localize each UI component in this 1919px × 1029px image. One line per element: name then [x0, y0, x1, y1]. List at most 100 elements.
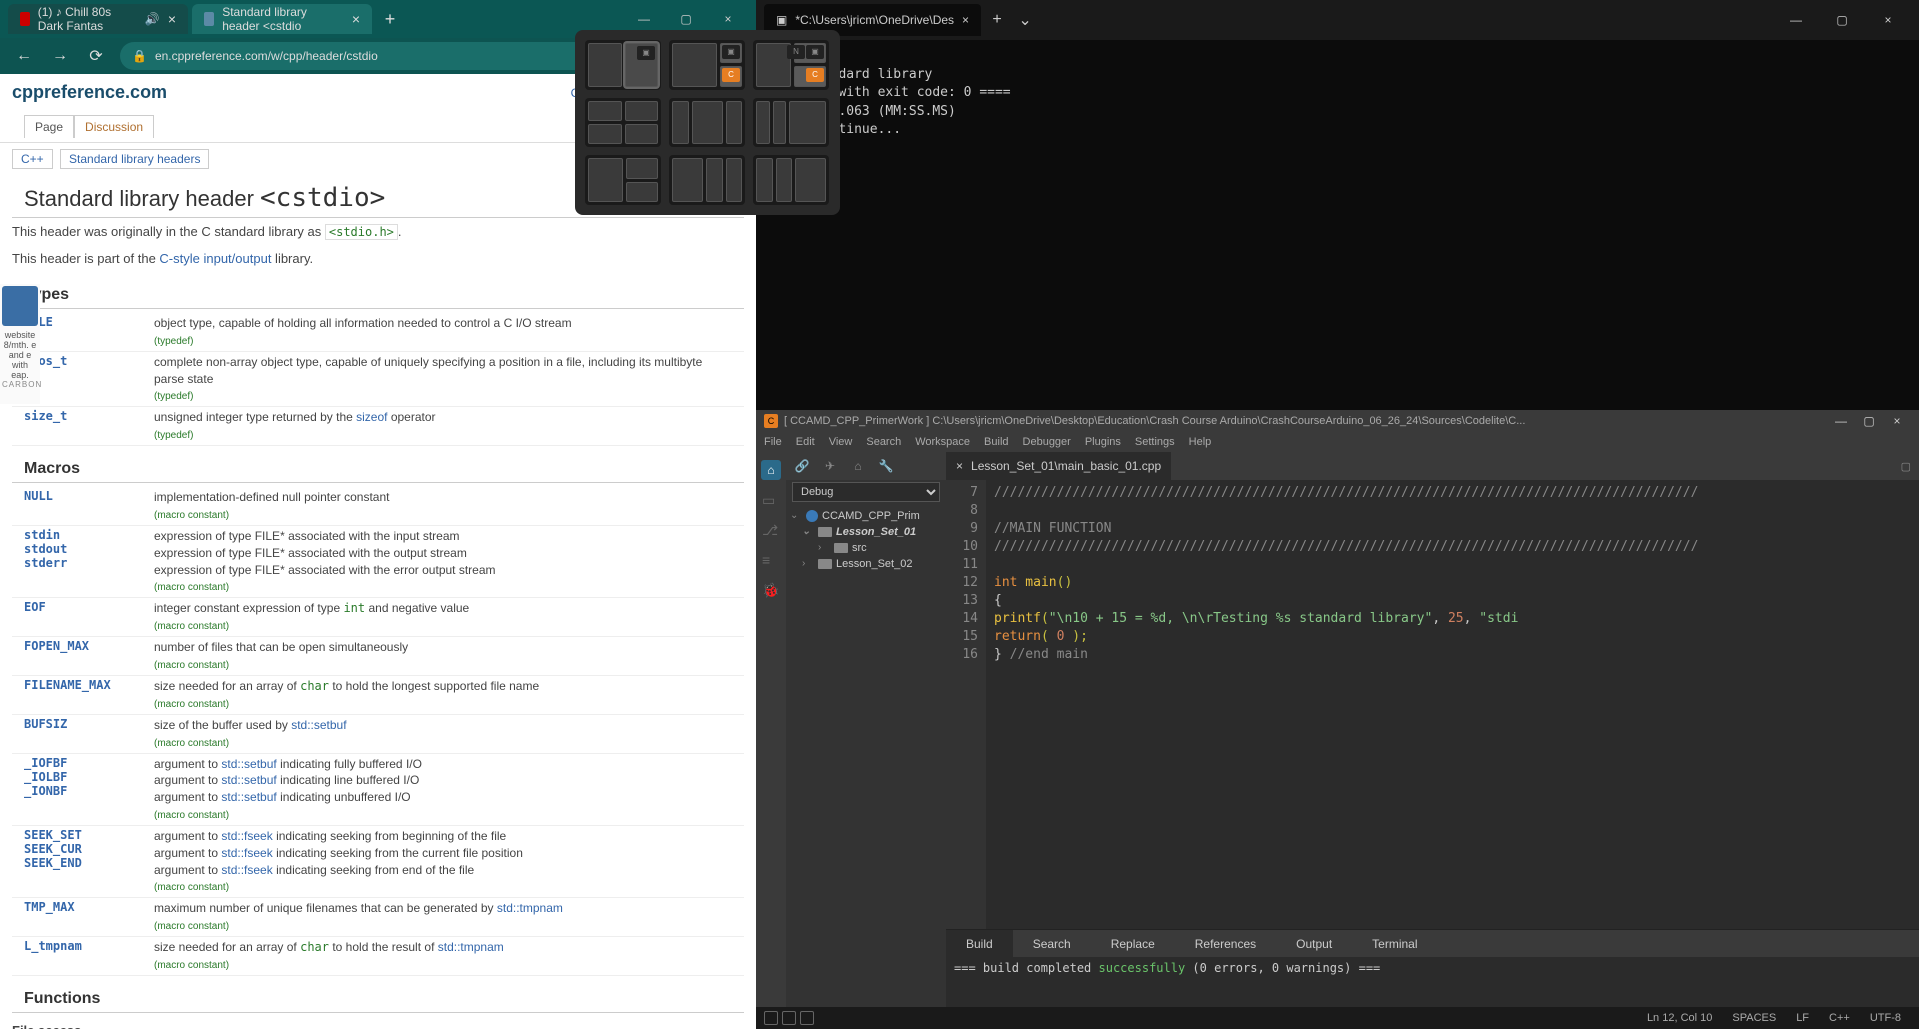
macro-name[interactable]: FOPEN_MAX [24, 639, 154, 673]
breadcrumb-headers[interactable]: Standard library headers [60, 149, 209, 169]
macro-row: FILENAME_MAXsize needed for an array of … [12, 676, 744, 715]
menu-edit[interactable]: Edit [796, 436, 815, 448]
snap-layout-narrow[interactable] [753, 98, 829, 148]
terminal-window: ▣ *C:\Users\jricm\OneDrive\Des × + ⌄ — ▢… [756, 0, 1919, 410]
snap-layout-2col[interactable]: ▣ [585, 40, 661, 90]
menu-debugger[interactable]: Debugger [1023, 436, 1071, 448]
menu-search[interactable]: Search [866, 436, 901, 448]
status-encoding[interactable]: UTF-8 [1860, 1012, 1911, 1024]
tree-src-folder[interactable]: › src [790, 540, 942, 556]
ide-vertical-toolbar: ⌂ ▭ ⎇ ≡ 🐞 [756, 452, 786, 1007]
ide-maximize-button[interactable]: ▢ [1855, 411, 1883, 431]
back-button[interactable]: ← [12, 44, 36, 68]
branch-icon[interactable]: ⎇ [762, 522, 780, 540]
macro-name[interactable]: TMP_MAX [24, 900, 154, 934]
type-name[interactable]: FILE [24, 315, 154, 349]
layout-icon-1[interactable] [764, 1011, 778, 1025]
wrench-icon[interactable]: 🔧 [876, 456, 896, 476]
output-tab-search[interactable]: Search [1013, 930, 1091, 958]
menu-build[interactable]: Build [984, 436, 1008, 448]
menu-help[interactable]: Help [1189, 436, 1212, 448]
snap-layout-opt7[interactable] [585, 155, 661, 205]
tree-lesson-set-02[interactable]: › Lesson_Set_02 [790, 556, 942, 572]
browser-tab-youtube[interactable]: (1) ♪ Chill 80s Dark Fantas 🔊 × [8, 4, 188, 34]
macro-name[interactable]: NULL [24, 489, 154, 523]
send-icon[interactable]: ✈ [820, 456, 840, 476]
editor-tab[interactable]: × Lesson_Set_01\main_basic_01.cpp [946, 452, 1171, 480]
home2-icon[interactable]: ⌂ [848, 456, 868, 476]
tab-close-button[interactable]: × [956, 459, 963, 473]
menu-view[interactable]: View [829, 436, 853, 448]
ide-titlebar: C [ CCAMD_CPP_PrimerWork ] C:\Users\jric… [756, 410, 1919, 432]
cstyle-io-link[interactable]: C-style input/output [159, 251, 271, 266]
menu-settings[interactable]: Settings [1135, 436, 1175, 448]
type-name[interactable]: fpos_t [24, 354, 154, 405]
macro-name[interactable]: EOF [24, 600, 154, 634]
macro-name[interactable]: BUFSIZ [24, 717, 154, 751]
macro-name[interactable]: _IOFBF_IOLBF_IONBF [24, 756, 154, 823]
debug-icon[interactable]: 🐞 [762, 582, 780, 600]
build-config-select[interactable]: Debug [792, 482, 940, 502]
ad-image [2, 286, 38, 326]
new-tab-button[interactable]: + [376, 5, 404, 33]
menu-workspace[interactable]: Workspace [915, 436, 970, 448]
snap-layout-opt9[interactable] [753, 155, 829, 205]
tab-close-button[interactable]: × [962, 13, 969, 27]
forward-button[interactable]: → [48, 44, 72, 68]
audio-icon: 🔊 [145, 12, 160, 26]
snap-layout-3col[interactable] [669, 98, 745, 148]
type-name[interactable]: size_t [24, 409, 154, 443]
ide-minimize-button[interactable]: — [1827, 411, 1855, 431]
layout-icon-3[interactable] [800, 1011, 814, 1025]
tree-lesson-set-01[interactable]: ⌄ Lesson_Set_01 [790, 524, 942, 540]
editor-maximize-button[interactable]: ▢ [1893, 460, 1919, 473]
snap-layout-2col-wide[interactable]: ▣ C [669, 40, 745, 90]
project-icon [806, 510, 818, 522]
page-tab-page[interactable]: Page [24, 115, 74, 138]
macro-name[interactable]: L_tmpnam [24, 939, 154, 973]
page-content: website 8/mth. e and e with eap. CARBON … [0, 74, 756, 1029]
macro-name[interactable]: stdinstdoutstderr [24, 528, 154, 595]
menu-file[interactable]: File [764, 436, 782, 448]
code-content[interactable]: ////////////////////////////////////////… [986, 480, 1919, 929]
terminal-minimize-button[interactable]: — [1773, 4, 1819, 36]
output-tab-build[interactable]: Build [946, 930, 1013, 958]
tab-close-button[interactable]: × [352, 11, 360, 27]
terminal-output[interactable]: 5, io.h standard library m exited with e… [756, 40, 1919, 147]
code-editor[interactable]: 78910111213141516 //////////////////////… [946, 480, 1919, 929]
reload-button[interactable]: ⟳ [84, 44, 108, 68]
terminal-close-button[interactable]: × [1865, 4, 1911, 36]
tree-workspace-root[interactable]: ⌄ CCAMD_CPP_Prim [790, 508, 942, 524]
layers-icon[interactable]: ≡ [762, 552, 780, 570]
workspace-tree: ⌄ CCAMD_CPP_Prim ⌄ Lesson_Set_01 › src ›… [786, 504, 946, 1007]
ide-close-button[interactable]: × [1883, 411, 1911, 431]
output-tab-replace[interactable]: Replace [1091, 930, 1175, 958]
link-icon[interactable]: 🔗 [792, 456, 812, 476]
browser-tab-cppref[interactable]: Standard library header <cstdio × [192, 4, 372, 34]
output-tab-terminal[interactable]: Terminal [1352, 930, 1437, 958]
new-terminal-tab-button[interactable]: + [981, 4, 1013, 36]
output-panel-tabs: BuildSearchReplaceReferencesOutputTermin… [946, 929, 1919, 957]
page-tab-discussion[interactable]: Discussion [74, 115, 154, 138]
terminal-dropdown-button[interactable]: ⌄ [1013, 10, 1037, 30]
type-row: fpos_tcomplete non-array object type, ca… [12, 352, 744, 408]
status-indent[interactable]: SPACES [1722, 1012, 1786, 1024]
terminal-maximize-button[interactable]: ▢ [1819, 4, 1865, 36]
snap-layout-3cell[interactable]: ▣N C [753, 40, 829, 90]
status-language[interactable]: C++ [1819, 1012, 1860, 1024]
home-icon[interactable]: ⌂ [761, 460, 781, 480]
layout-icon-2[interactable] [782, 1011, 796, 1025]
macro-name[interactable]: SEEK_SETSEEK_CURSEEK_END [24, 828, 154, 895]
site-logo[interactable]: cppreference.com [12, 82, 167, 103]
menu-plugins[interactable]: Plugins [1085, 436, 1121, 448]
status-eol[interactable]: LF [1786, 1012, 1819, 1024]
tab-close-button[interactable]: × [168, 11, 176, 27]
output-tab-references[interactable]: References [1175, 930, 1276, 958]
snap-layout-opt8[interactable] [669, 155, 745, 205]
snap-layout-4grid[interactable] [585, 98, 661, 148]
breadcrumb-cpp[interactable]: C++ [12, 149, 53, 169]
output-tab-output[interactable]: Output [1276, 930, 1352, 958]
macro-row: L_tmpnamsize needed for an array of char… [12, 937, 744, 976]
folder-icon[interactable]: ▭ [762, 492, 780, 510]
macro-name[interactable]: FILENAME_MAX [24, 678, 154, 712]
